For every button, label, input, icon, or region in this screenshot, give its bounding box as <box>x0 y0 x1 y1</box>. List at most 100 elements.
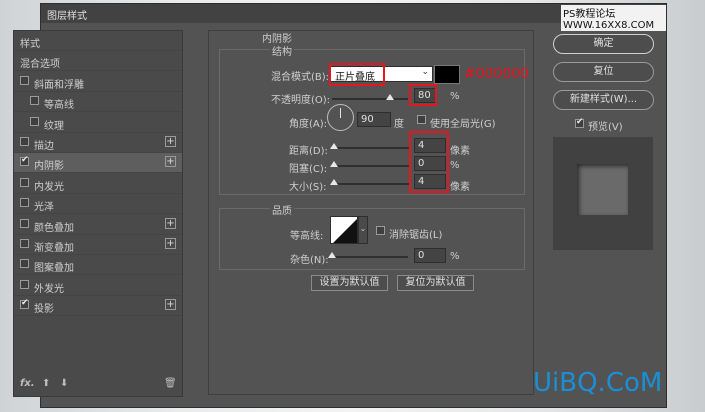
style-list-item[interactable]: 样式 <box>14 31 182 51</box>
antialias-checkbox[interactable] <box>376 226 385 235</box>
style-list-item-label: 颜色叠加 <box>34 222 74 234</box>
style-list-item-label: 光泽 <box>34 202 54 214</box>
reset-button[interactable]: 复位 <box>553 62 654 82</box>
style-list-item[interactable]: 内阴影 + <box>14 153 182 174</box>
style-list-item-checkbox[interactable] <box>20 259 29 269</box>
quality-title: 品质 <box>270 202 294 217</box>
add-style-plus-icon[interactable]: + <box>165 156 176 168</box>
contour-dropdown-chevron-icon[interactable]: ⌄ <box>358 216 368 244</box>
highlight-opacity <box>409 84 437 106</box>
contour-curve-icon <box>333 219 357 243</box>
angle-dial[interactable] <box>327 104 354 131</box>
noise-input[interactable]: 0 <box>414 248 446 263</box>
highlight-distance-choke-size <box>409 131 449 193</box>
ok-button[interactable]: 确定 <box>553 34 654 54</box>
style-preview-square <box>577 164 628 215</box>
global-light-checkbox[interactable] <box>417 115 426 124</box>
choke-slider[interactable] <box>332 165 410 167</box>
style-list-item-checkbox[interactable] <box>20 177 29 187</box>
style-list-item[interactable]: 混合选项 <box>14 51 182 72</box>
move-up-icon[interactable]: ⬆ <box>42 378 50 389</box>
chevron-down-icon: ⌄ <box>421 67 429 77</box>
style-list-item-label: 图案叠加 <box>34 263 74 275</box>
style-list-item-label: 外发光 <box>34 283 64 295</box>
style-list-item-checkbox[interactable] <box>20 239 29 248</box>
uibq-watermark: UiBQ.CoM <box>533 368 663 398</box>
window-title: 图层样式 <box>47 11 87 22</box>
color-annotation: #000000 <box>464 66 530 82</box>
style-list-item-checkbox[interactable] <box>30 116 39 126</box>
quality-section <box>219 208 525 270</box>
style-list-item-label: 等高线 <box>44 100 74 112</box>
style-list-item-checkbox[interactable] <box>20 137 29 146</box>
distance-slider-thumb[interactable] <box>330 143 338 149</box>
angle-input[interactable]: 90 <box>357 112 391 127</box>
style-list-item-label: 纹理 <box>44 120 64 132</box>
add-style-plus-icon[interactable]: + <box>165 299 176 311</box>
style-list-item-checkbox[interactable] <box>30 96 39 106</box>
size-slider-thumb[interactable] <box>330 179 338 185</box>
size-slider[interactable] <box>332 183 410 185</box>
opacity-label: 不透明度(O): <box>271 95 331 106</box>
style-list-item-checkbox[interactable] <box>20 75 29 85</box>
style-list-item[interactable]: 描边 + <box>14 133 182 153</box>
distance-slider[interactable] <box>332 147 410 149</box>
add-style-plus-icon[interactable]: + <box>165 136 176 147</box>
fx-icon[interactable]: fx. <box>20 378 35 389</box>
angle-unit: 度 <box>394 119 404 130</box>
contour-label: 等高线: <box>290 231 324 242</box>
global-light-label: 使用全局光(G) <box>430 119 496 130</box>
style-list-item[interactable]: 斜面和浮雕 <box>14 72 182 92</box>
noise-label: 杂色(N): <box>290 255 329 266</box>
style-list-item-label: 渐变叠加 <box>34 243 74 254</box>
style-list-item-label: 投影 <box>34 304 54 316</box>
style-list-item[interactable]: 纹理 <box>14 113 182 133</box>
style-preview <box>553 137 653 250</box>
choke-slider-thumb[interactable] <box>330 161 338 167</box>
style-list-item-label: 样式 <box>20 39 40 50</box>
opacity-slider-thumb[interactable] <box>386 94 394 100</box>
preview-checkbox[interactable] <box>575 117 584 128</box>
set-default-button[interactable]: 设置为默认值 <box>311 275 388 291</box>
style-list-item-label: 内阴影 <box>34 161 64 173</box>
move-down-icon[interactable]: ⬇ <box>60 378 68 389</box>
style-list-item[interactable]: 图案叠加 <box>14 255 182 276</box>
style-list-item-checkbox[interactable] <box>20 155 29 167</box>
reset-default-button[interactable]: 复位为默认值 <box>397 275 474 291</box>
style-list-item-checkbox[interactable] <box>20 218 29 228</box>
size-unit: 像素 <box>450 182 470 193</box>
choke-label: 阻塞(C): <box>289 164 328 175</box>
trash-icon[interactable]: 🗑 <box>164 378 177 389</box>
style-list-item-label: 混合选项 <box>20 59 60 71</box>
angle-label: 角度(A): <box>289 119 328 130</box>
style-list-item[interactable]: 光泽 <box>14 194 182 215</box>
opacity-slider[interactable] <box>332 98 408 100</box>
structure-title: 结构 <box>270 43 294 58</box>
new-style-button[interactable]: 新建样式(W)... <box>553 90 654 110</box>
contour-preview[interactable] <box>330 216 358 244</box>
style-list-item-label: 描边 <box>34 141 54 152</box>
style-list-item[interactable]: 渐变叠加 + <box>14 235 182 255</box>
style-list-item[interactable]: 内发光 <box>14 174 182 194</box>
style-list-item-checkbox[interactable] <box>20 198 29 208</box>
style-list-item-checkbox[interactable] <box>20 279 29 289</box>
angle-dial-needle <box>340 108 341 118</box>
style-list-item[interactable]: 外发光 <box>14 276 182 296</box>
style-list-item[interactable]: 等高线 <box>14 92 182 113</box>
noise-slider-thumb[interactable] <box>328 252 336 258</box>
style-list-item-label: 斜面和浮雕 <box>34 79 84 91</box>
choke-unit: % <box>450 160 460 171</box>
title-bar: 图层样式 PS教程论坛 WWW.16XX8.COM <box>41 4 666 31</box>
add-style-plus-icon[interactable]: + <box>165 217 176 229</box>
distance-unit: 像素 <box>450 146 470 157</box>
add-style-plus-icon[interactable]: + <box>165 238 176 249</box>
noise-slider[interactable] <box>330 256 408 258</box>
style-list-item-checkbox[interactable] <box>20 298 29 310</box>
style-list-item[interactable]: 投影 + <box>14 296 182 317</box>
shadow-color-swatch[interactable] <box>434 65 460 84</box>
opacity-unit: % <box>450 91 460 102</box>
size-label: 大小(S): <box>289 182 327 193</box>
highlight-blend-mode <box>329 63 385 86</box>
style-list-item[interactable]: 颜色叠加 + <box>14 215 182 235</box>
distance-label: 距离(D): <box>289 146 328 157</box>
